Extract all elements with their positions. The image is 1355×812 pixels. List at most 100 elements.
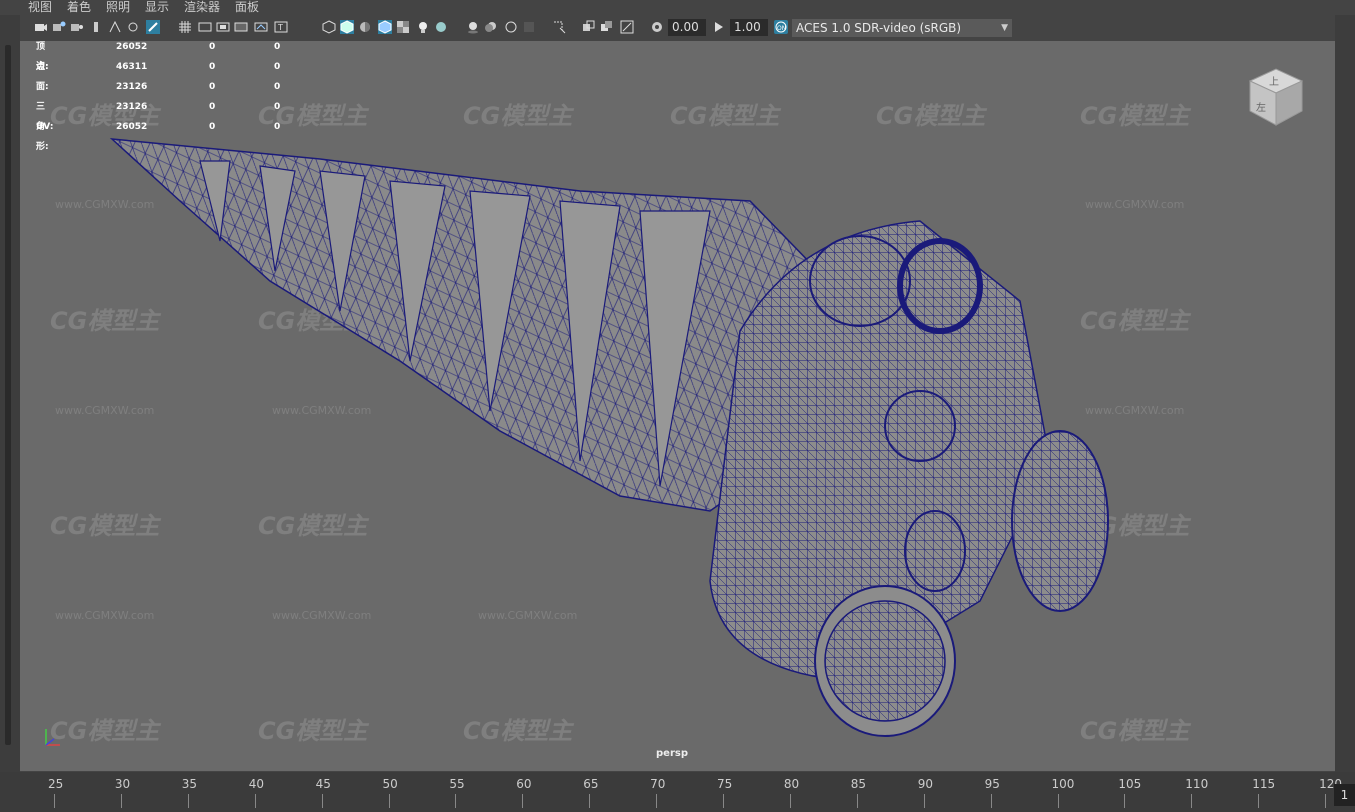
hud-label: UV: [36,122,54,132]
timeline-tick [1057,794,1059,808]
hud-value: 26052 [116,122,148,132]
2d-pan-zoom-icon[interactable] [108,20,122,34]
timeline-tick [789,794,791,808]
hud-label: 面: [36,82,49,92]
3d-viewport[interactable]: CG模型主 CG模型主 CG模型主 CG模型主 CG模型主 CG模型主 www.… [20,41,1335,771]
bookmarks-icon[interactable] [70,20,84,34]
isolate-select-icon[interactable] [552,20,566,34]
timeline-tick [120,794,122,808]
timeline-tick-label: 75 [717,777,733,791]
exposure-icon[interactable] [650,20,664,34]
menu-view[interactable]: 视图 [28,0,52,15]
xray-joints-icon[interactable] [620,20,634,34]
smooth-shade-icon[interactable] [340,20,354,34]
color-management-value: ACES 1.0 SDR-video (sRGB) [796,21,962,35]
hud-value: 0 [209,42,216,52]
timeline-tick [321,794,323,808]
gamma-field[interactable]: 1.00 [730,19,768,36]
grid-icon[interactable] [178,20,192,34]
grease-pencil-icon[interactable] [126,20,140,34]
image-plane-icon[interactable] [90,20,104,34]
motion-blur-icon[interactable] [484,20,498,34]
view-cube-top-label: 上 [1269,76,1279,88]
timeline-tick-label: 90 [917,777,933,791]
timeline-tick [1325,794,1327,808]
timeline-tick-label: 95 [984,777,1000,791]
timeline-tick-label: 80 [783,777,800,791]
hud-value: 0 [209,102,216,112]
timeline-tick-label: 105 [1118,777,1142,791]
select-camera-icon[interactable] [34,20,48,34]
hud-value: 23126 [116,82,148,92]
gate-mask-icon[interactable] [234,20,248,34]
hud-value: 0 [209,122,216,132]
timeline-tick-label: 60 [516,777,532,791]
timeline-tick [589,794,591,808]
wireframe-on-shaded-icon[interactable] [378,20,392,34]
camera-attributes-icon[interactable] [52,20,66,34]
xray-active-components-icon[interactable] [600,20,614,34]
timeline-tick-label: 35 [181,777,198,791]
menu-lighting[interactable]: 照明 [106,0,130,15]
menu-renderer[interactable]: 渲染器 [184,0,220,15]
timeline-tick [856,794,858,808]
wireframe-icon[interactable] [322,20,336,34]
camera-name-label: persp [656,748,688,759]
timeline-tick-label: 70 [650,777,666,791]
hud-value: 0 [274,42,281,52]
current-frame-field[interactable]: 1 [1334,784,1355,806]
timeline-tick [723,794,724,808]
view-cube[interactable]: 上 左 [1242,63,1310,131]
left-scroll-strip [0,15,20,772]
anti-aliasing-icon[interactable] [504,20,518,34]
timeline-tick-label: 50 [382,777,398,791]
exposure-field[interactable]: 0.00 [668,19,706,36]
timeline-tick-label: 40 [248,777,264,791]
hud-value: 26052 [116,42,148,52]
timeline-tick [990,794,992,808]
menu-panels[interactable]: 面板 [235,0,259,15]
timeline-tick [187,794,189,808]
panel-toolbar: T 0.00 1.00 ON ACES 1.0 SDR-video (sRGB)… [20,15,1335,42]
chevron-down-icon: ▼ [1001,23,1008,33]
hud-value: 0 [209,62,216,72]
timeline-tick-label: 30 [114,777,131,791]
menu-shading[interactable]: 着色 [67,0,91,15]
right-scroll-strip [1335,15,1355,772]
timeline-tick [1124,794,1126,808]
timeline-tick-label: 45 [315,777,331,791]
timeline-tick [254,794,256,808]
left-scrollbar[interactable] [5,45,11,745]
shadows-icon[interactable] [434,20,448,34]
gamma-icon[interactable] [712,20,726,34]
textured-icon[interactable] [396,20,410,34]
timeline-tick [1191,794,1193,808]
use-all-lights-icon[interactable] [416,20,430,34]
view-cube-left-label: 左 [1256,101,1266,114]
screen-space-ao-icon[interactable] [466,20,480,34]
resolution-gate-icon[interactable] [216,20,230,34]
timeline-tick-label: 55 [449,777,465,791]
menu-show[interactable]: 显示 [145,0,169,15]
time-slider[interactable]: 25 30 35 40 45 50 55 60 65 70 75 80 85 90 95 100 105 110 1… [0,772,1355,812]
xray-icon[interactable] [582,20,596,34]
color-management-dropdown[interactable]: ACES 1.0 SDR-video (sRGB) ▼ [792,19,1012,37]
timeline-tick-label: 65 [583,777,599,791]
timeline-tick-label: 100 [1051,777,1075,791]
hud-value: 0 [274,62,281,72]
svg-text:ON: ON [777,25,786,32]
safe-action-icon[interactable]: T [274,20,288,34]
pencil-icon[interactable] [146,20,160,34]
timeline-tick [1258,794,1260,808]
timeline-tick [455,794,457,808]
drill-model[interactable] [20,41,1335,771]
film-gate-icon[interactable] [198,20,212,34]
view-transform-toggle-icon[interactable]: ON [774,20,788,34]
timeline-tick [54,794,55,808]
default-material-icon[interactable] [358,20,372,34]
field-chart-icon[interactable] [254,20,268,34]
hud-value: 23126 [116,102,148,112]
depth-of-field-icon[interactable] [522,20,536,34]
panel-menubar: 视图 着色 照明 显示 渲染器 面板 [0,0,1355,15]
timeline-tick [522,794,524,808]
